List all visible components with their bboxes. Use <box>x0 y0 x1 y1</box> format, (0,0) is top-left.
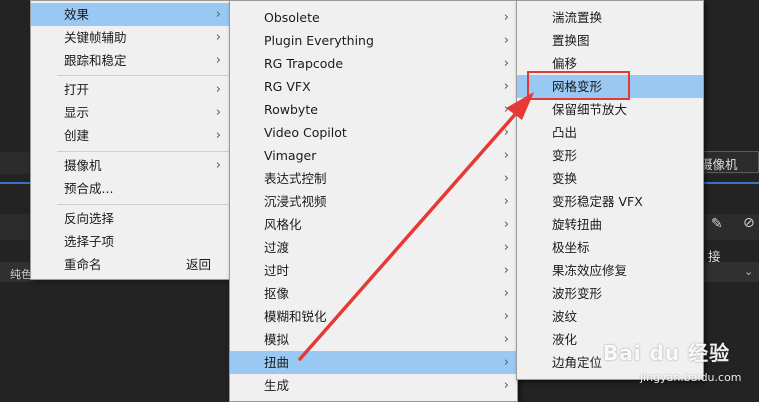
menu-item-warp-stabilizer[interactable]: 变形稳定器 VFX <box>517 190 703 213</box>
chevron-right-icon: › <box>503 33 509 48</box>
menu-item-obsolete-cn[interactable]: 过时 › <box>230 259 517 282</box>
chevron-right-icon: › <box>215 128 221 143</box>
menu-shortcut: 返回 <box>185 257 211 272</box>
chevron-right-icon: › <box>503 309 509 324</box>
menu-separator <box>57 75 229 76</box>
chevron-right-icon: › <box>503 56 509 71</box>
chevron-right-icon: › <box>503 79 509 94</box>
context-menu-layer: 效果 › 关键帧辅助 › 跟踪和稳定 › 打开 › 显示 › 创建 › 摄像机 › 预合成..… <box>30 0 230 280</box>
menu-item-video-copilot[interactable]: Video Copilot › <box>230 121 517 144</box>
chevron-right-icon: › <box>503 263 509 278</box>
menu-item-rename[interactable]: 重命名 返回 <box>31 253 229 276</box>
menu-item-distort[interactable]: 扭曲 › <box>230 351 517 374</box>
bg-chevron-down-icon[interactable]: ⌄ <box>744 265 753 278</box>
bg-column-header: 接 <box>708 249 721 264</box>
menu-item-bulge[interactable]: 凸出 <box>517 121 703 144</box>
menu-item-wave-warp[interactable]: 波形变形 <box>517 282 703 305</box>
menu-item-plugin-everything[interactable]: Plugin Everything › <box>230 29 517 52</box>
chevron-right-icon: › <box>503 332 509 347</box>
menu-item-transform[interactable]: 变换 <box>517 167 703 190</box>
menu-item-displacement-map[interactable]: 置换图 <box>517 29 703 52</box>
menu-item-keying[interactable]: 抠像 › <box>230 282 517 305</box>
menu-item-turbulent-displace[interactable]: 湍流置换 <box>517 6 703 29</box>
chevron-right-icon: › <box>503 240 509 255</box>
menu-item-precompose[interactable]: 预合成... <box>31 177 229 200</box>
menu-item-create[interactable]: 创建 › <box>31 124 229 147</box>
menu-item-ripple[interactable]: 波纹 <box>517 305 703 328</box>
menu-item-blur-sharpen[interactable]: 模糊和锐化 › <box>230 305 517 328</box>
menu-item-effects[interactable]: 效果 › <box>31 3 229 26</box>
chevron-right-icon: › <box>503 148 509 163</box>
chevron-right-icon: › <box>503 171 509 186</box>
menu-item-select-children[interactable]: 选择子项 <box>31 230 229 253</box>
chevron-right-icon: › <box>215 105 221 120</box>
chevron-right-icon: › <box>215 7 221 22</box>
chevron-right-icon: › <box>503 355 509 370</box>
menu-item-rg-trapcode[interactable]: RG Trapcode › <box>230 52 517 75</box>
watermark-url: jingyan.baidu.com <box>640 371 742 384</box>
menu-item-stylize[interactable]: 风格化 › <box>230 213 517 236</box>
context-menu-distort: 湍流置换 置换图 偏移 网格变形 保留细节放大 凸出 变形 变换 变形稳定器 V… <box>516 0 704 380</box>
menu-item-invert-selection[interactable]: 反向选择 <box>31 207 229 230</box>
menu-item-rg-vfx[interactable]: RG VFX › <box>230 75 517 98</box>
menu-item-expression-controls[interactable]: 表达式控制 › <box>230 167 517 190</box>
menu-item-rowbyte[interactable]: Rowbyte › <box>230 98 517 121</box>
menu-separator <box>57 151 229 152</box>
chevron-right-icon: › <box>215 30 221 45</box>
chevron-right-icon: › <box>215 82 221 97</box>
menu-item-open[interactable]: 打开 › <box>31 78 229 101</box>
chevron-right-icon: › <box>503 194 509 209</box>
menu-separator <box>57 204 229 205</box>
menu-item-detail-preserving-upscale[interactable]: 保留细节放大 <box>517 98 703 121</box>
chevron-right-icon: › <box>503 217 509 232</box>
menu-item-polar-coordinates[interactable]: 极坐标 <box>517 236 703 259</box>
menu-item-twirl[interactable]: 旋转扭曲 <box>517 213 703 236</box>
menu-item-reveal[interactable]: 显示 › <box>31 101 229 124</box>
chevron-right-icon: › <box>503 125 509 140</box>
menu-item-rolling-shutter-repair[interactable]: 果冻效应修复 <box>517 259 703 282</box>
chevron-right-icon: › <box>503 102 509 117</box>
chevron-right-icon: › <box>215 53 221 68</box>
menu-item-track-stabilize[interactable]: 跟踪和稳定 › <box>31 49 229 72</box>
context-menu-effects: Obsolete › Plugin Everything › RG Trapcode… <box>229 0 518 402</box>
bg-pen-icon[interactable]: ✎ <box>711 216 723 232</box>
bg-layer-label: 纯色 <box>10 268 32 281</box>
menu-item-keyframe-assistant[interactable]: 关键帧辅助 › <box>31 26 229 49</box>
annotation-highlight-box <box>527 71 630 100</box>
menu-item-obsolete[interactable]: Obsolete › <box>230 6 517 29</box>
chevron-right-icon: › <box>503 286 509 301</box>
menu-item-immersive-video[interactable]: 沉浸式视频 › <box>230 190 517 213</box>
watermark-brand: Bai du 经验 <box>603 341 731 365</box>
menu-item-transition[interactable]: 过渡 › <box>230 236 517 259</box>
menu-item-camera[interactable]: 摄像机 › <box>31 154 229 177</box>
chevron-right-icon: › <box>503 10 509 25</box>
bg-paperclip-icon[interactable]: ⊘ <box>743 215 755 231</box>
chevron-right-icon: › <box>503 378 509 393</box>
menu-item-vimager[interactable]: Vimager › <box>230 144 517 167</box>
chevron-right-icon: › <box>215 158 221 173</box>
menu-item-warp[interactable]: 变形 <box>517 144 703 167</box>
menu-item-generate[interactable]: 生成 › <box>230 374 517 397</box>
menu-item-simulation[interactable]: 模拟 › <box>230 328 517 351</box>
